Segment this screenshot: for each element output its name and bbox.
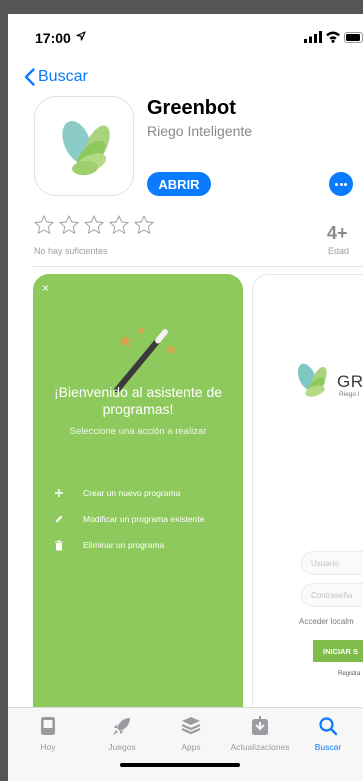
tab-search[interactable]: Buscar <box>298 714 358 752</box>
tab-label: Buscar <box>314 742 342 752</box>
tab-games[interactable]: Juegos <box>92 714 152 752</box>
login-brand: GRE <box>337 372 363 391</box>
tab-apps[interactable]: Apps <box>161 714 221 752</box>
divider <box>33 266 363 267</box>
register-link[interactable]: Registra <box>338 671 360 677</box>
pencil-icon <box>53 513 65 525</box>
option-edit-program[interactable]: Modificar un programa existente <box>53 512 204 526</box>
tab-label: Juegos <box>108 742 136 752</box>
leaf-logo-icon <box>297 363 327 397</box>
rating-stars <box>33 214 155 236</box>
status-time: 17:00 <box>35 30 71 46</box>
apps-stack-icon <box>181 717 201 735</box>
more-options-button[interactable] <box>329 172 353 196</box>
cell-signal-icon <box>304 31 322 43</box>
back-label: Buscar <box>38 68 88 85</box>
open-button[interactable]: ABRIR <box>147 172 211 196</box>
today-icon <box>41 717 55 735</box>
back-button[interactable]: Buscar <box>24 66 88 88</box>
star-empty-icon <box>33 214 55 235</box>
login-tagline: Riego I <box>339 391 360 398</box>
password-field[interactable]: Contraseña <box>301 583 363 607</box>
app-title: Greenbot <box>147 97 236 119</box>
option-delete-program[interactable]: Eliminar un programa <box>53 538 164 552</box>
welcome-heading: ¡Bienvenido al asistente de programas! <box>53 384 223 417</box>
option-label: Eliminar un programa <box>83 540 165 550</box>
age-rating-value: 4+ <box>327 223 348 243</box>
home-indicator[interactable] <box>120 763 240 767</box>
age-rating-label: Edad <box>328 246 350 256</box>
tab-label: Apps <box>181 742 201 752</box>
battery-icon <box>344 32 363 43</box>
local-access-link[interactable]: Acceder localm <box>299 617 354 626</box>
rating-note: No hay suficientes <box>34 246 108 256</box>
status-bar: 17:00 <box>8 14 363 58</box>
option-label: Modificar un programa existente <box>83 514 205 524</box>
app-subtitle: Riego Inteligente <box>147 123 253 139</box>
app-icon <box>34 96 134 196</box>
search-icon <box>319 717 338 736</box>
leaf-logo-icon <box>62 121 110 176</box>
tab-label: Actualizaciones <box>230 742 290 752</box>
more-dots-icon <box>335 183 338 186</box>
option-label: Crear un nuevo programa <box>83 488 181 498</box>
username-field[interactable]: Usuario <box>301 551 363 575</box>
option-create-program[interactable]: Crear un nuevo programa <box>53 486 180 500</box>
screen: 17:00 Buscar Greenbot Riego Inteligente … <box>8 14 363 781</box>
chevron-left-icon <box>24 68 35 86</box>
trash-icon <box>53 539 65 551</box>
star-empty-icon <box>108 214 130 235</box>
screenshot-login[interactable]: GRE Riego I Usuario Contraseña Acceder l… <box>252 274 363 734</box>
plus-icon <box>53 487 65 499</box>
star-empty-icon <box>133 214 155 235</box>
tab-bar: Hoy Juegos Apps Actualizaciones Buscar <box>8 707 363 781</box>
tab-updates[interactable]: Actualizaciones <box>230 714 290 752</box>
star-empty-icon <box>83 214 105 235</box>
tab-today[interactable]: Hoy <box>18 714 78 752</box>
updates-icon <box>252 716 268 735</box>
rocket-icon <box>113 718 130 735</box>
close-icon: × <box>42 281 50 295</box>
magic-wand-icon <box>114 326 177 392</box>
location-arrow-icon <box>76 31 86 44</box>
star-empty-icon <box>58 214 80 235</box>
tab-label: Hoy <box>40 742 56 752</box>
wifi-icon <box>326 31 340 43</box>
wizard-subtitle: Seleccione una acción a realizar <box>69 426 207 437</box>
screenshot-wizard[interactable]: × ¡Bienvenido al asistente de programas!… <box>33 274 243 734</box>
login-button[interactable]: INICIAR S <box>313 640 363 662</box>
